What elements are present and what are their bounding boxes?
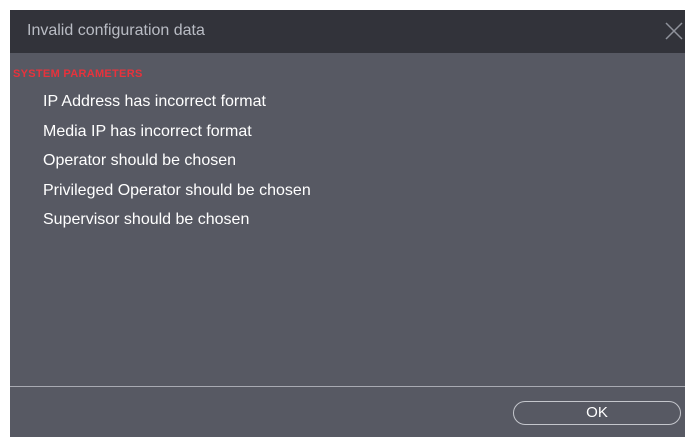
error-message: Supervisor should be chosen bbox=[43, 211, 250, 228]
dialog-title: Invalid configuration data bbox=[27, 22, 205, 39]
error-message: Media IP has incorrect format bbox=[43, 122, 252, 140]
error-message: Privileged Operator should be chosen bbox=[43, 181, 311, 199]
section-title: SYSTEM PARAMETERS bbox=[13, 68, 143, 80]
error-list: IP Address has incorrect format Media IP… bbox=[43, 92, 311, 240]
ok-button[interactable]: OK bbox=[513, 401, 681, 425]
dialog-titlebar: Invalid configuration data bbox=[10, 10, 685, 53]
close-icon[interactable] bbox=[661, 19, 685, 43]
invalid-config-dialog: Invalid configuration data SYSTEM PARAME… bbox=[10, 10, 685, 437]
dialog-body: SYSTEM PARAMETERS IP Address has incorre… bbox=[10, 53, 685, 386]
error-message: Operator should be chosen bbox=[43, 152, 237, 169]
dialog-footer: OK bbox=[10, 387, 685, 437]
error-message: IP Address has incorrect format bbox=[43, 93, 266, 110]
